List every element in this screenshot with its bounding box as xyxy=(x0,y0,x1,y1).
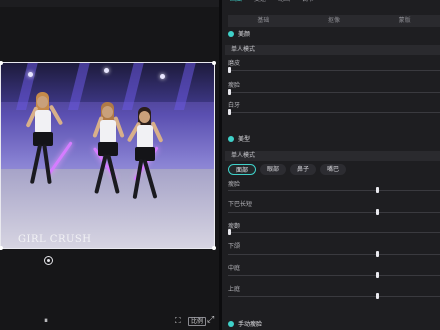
section-header-shape[interactable]: 美型 xyxy=(228,134,250,143)
slider-track[interactable] xyxy=(228,70,440,71)
section-header-manual-slim[interactable]: 手动瘦脸 xyxy=(228,319,262,328)
stage-lamp xyxy=(160,74,165,79)
pill-eyes[interactable]: 眼部 xyxy=(260,164,287,175)
checkbox-checked-icon[interactable] xyxy=(228,320,234,327)
fullscreen-icon[interactable]: ⤢ xyxy=(207,315,214,325)
slider-track[interactable] xyxy=(228,190,440,191)
checkbox-checked-icon[interactable] xyxy=(228,30,234,37)
section-title: 美型 xyxy=(238,136,251,143)
param-label: 中庭 xyxy=(228,265,241,272)
slider-thumb[interactable] xyxy=(228,89,231,95)
crop-icon[interactable]: ⛶ xyxy=(175,316,181,326)
inspector-panel: 画面 变速 动画 调节 AI 基础 抠像 蒙版 美颜 单人模式 磨皮 瘦脸 白牙… xyxy=(222,0,440,330)
param-label: 磨皮 xyxy=(228,60,241,67)
param-label: 上庭 xyxy=(228,286,241,293)
slider-track[interactable] xyxy=(228,232,440,233)
video-watermark-caption: GIRL CRUSH xyxy=(18,234,92,245)
param-label: 下巴长短 xyxy=(228,201,253,208)
stage-lamp xyxy=(28,72,33,77)
param-slider[interactable] xyxy=(228,272,440,278)
slider-track[interactable] xyxy=(228,92,440,93)
pill-mouth[interactable]: 嘴巴 xyxy=(320,164,347,175)
slider-track[interactable] xyxy=(228,275,440,276)
param-slider[interactable] xyxy=(228,209,440,215)
section-title: 手动瘦脸 xyxy=(238,321,263,328)
video-preview[interactable] xyxy=(0,62,215,249)
param-slider[interactable] xyxy=(228,293,440,299)
slider-track[interactable] xyxy=(228,112,440,113)
param-slider[interactable] xyxy=(228,67,440,73)
slider-thumb[interactable] xyxy=(228,67,231,73)
mode-select-beauty[interactable]: 单人模式 xyxy=(225,45,440,55)
aspect-ratio-button[interactable]: 比例 xyxy=(188,317,207,326)
player-controls: ⏸ ⛶ 比例 ⤢ xyxy=(0,312,219,330)
subtab-basic[interactable]: 基础 xyxy=(228,15,299,27)
slider-thumb[interactable] xyxy=(376,209,380,215)
section-header-beauty[interactable]: 美颜 xyxy=(228,29,250,38)
param-slider[interactable] xyxy=(228,109,440,115)
tab-ai[interactable]: AI xyxy=(326,0,332,6)
param-slider[interactable] xyxy=(228,229,440,235)
section-title: 美颜 xyxy=(238,31,251,38)
video-player: GIRL CRUSH ⏸ ⛶ 比例 ⤢ xyxy=(0,0,219,330)
subtab-mask[interactable]: 蒙版 xyxy=(369,15,440,27)
tab-speed[interactable]: 变速 xyxy=(254,0,266,6)
slider-thumb[interactable] xyxy=(376,187,380,193)
param-slider[interactable] xyxy=(228,187,440,193)
pause-icon[interactable]: ⏸ xyxy=(44,316,48,326)
slider-track[interactable] xyxy=(228,254,440,255)
param-label: 瘦脸 xyxy=(228,82,241,89)
slider-track[interactable] xyxy=(228,296,440,297)
tab-picture[interactable]: 画面 xyxy=(230,0,242,6)
inspector-sub-tabs: 基础 抠像 蒙版 xyxy=(228,15,440,27)
player-title-bar xyxy=(0,0,219,7)
shape-category-pills: 面部 眼部 鼻子 嘴巴 xyxy=(228,164,347,175)
slider-thumb[interactable] xyxy=(228,229,231,235)
mode-select-shape[interactable]: 单人模式 xyxy=(225,151,440,161)
param-slider[interactable] xyxy=(228,251,440,257)
pill-nose[interactable]: 鼻子 xyxy=(290,164,317,175)
slider-thumb[interactable] xyxy=(376,272,380,278)
pill-face[interactable]: 面部 xyxy=(228,164,257,175)
slider-track[interactable] xyxy=(228,212,440,213)
tab-adjust[interactable]: 调节 xyxy=(302,0,314,6)
inspector-top-tabs: 画面 变速 动画 调节 AI xyxy=(222,0,440,6)
param-slider[interactable] xyxy=(228,89,440,95)
rotate-handle-icon[interactable] xyxy=(44,256,53,265)
stage-lamp xyxy=(104,68,109,73)
subtab-cutout[interactable]: 抠像 xyxy=(299,15,370,27)
slider-thumb[interactable] xyxy=(376,293,380,299)
param-label: 下颌 xyxy=(228,243,241,250)
param-label: 白牙 xyxy=(228,102,241,109)
slider-thumb[interactable] xyxy=(228,109,231,115)
slider-thumb[interactable] xyxy=(376,251,380,257)
tab-animation[interactable]: 动画 xyxy=(278,0,290,6)
checkbox-checked-icon[interactable] xyxy=(228,135,234,142)
